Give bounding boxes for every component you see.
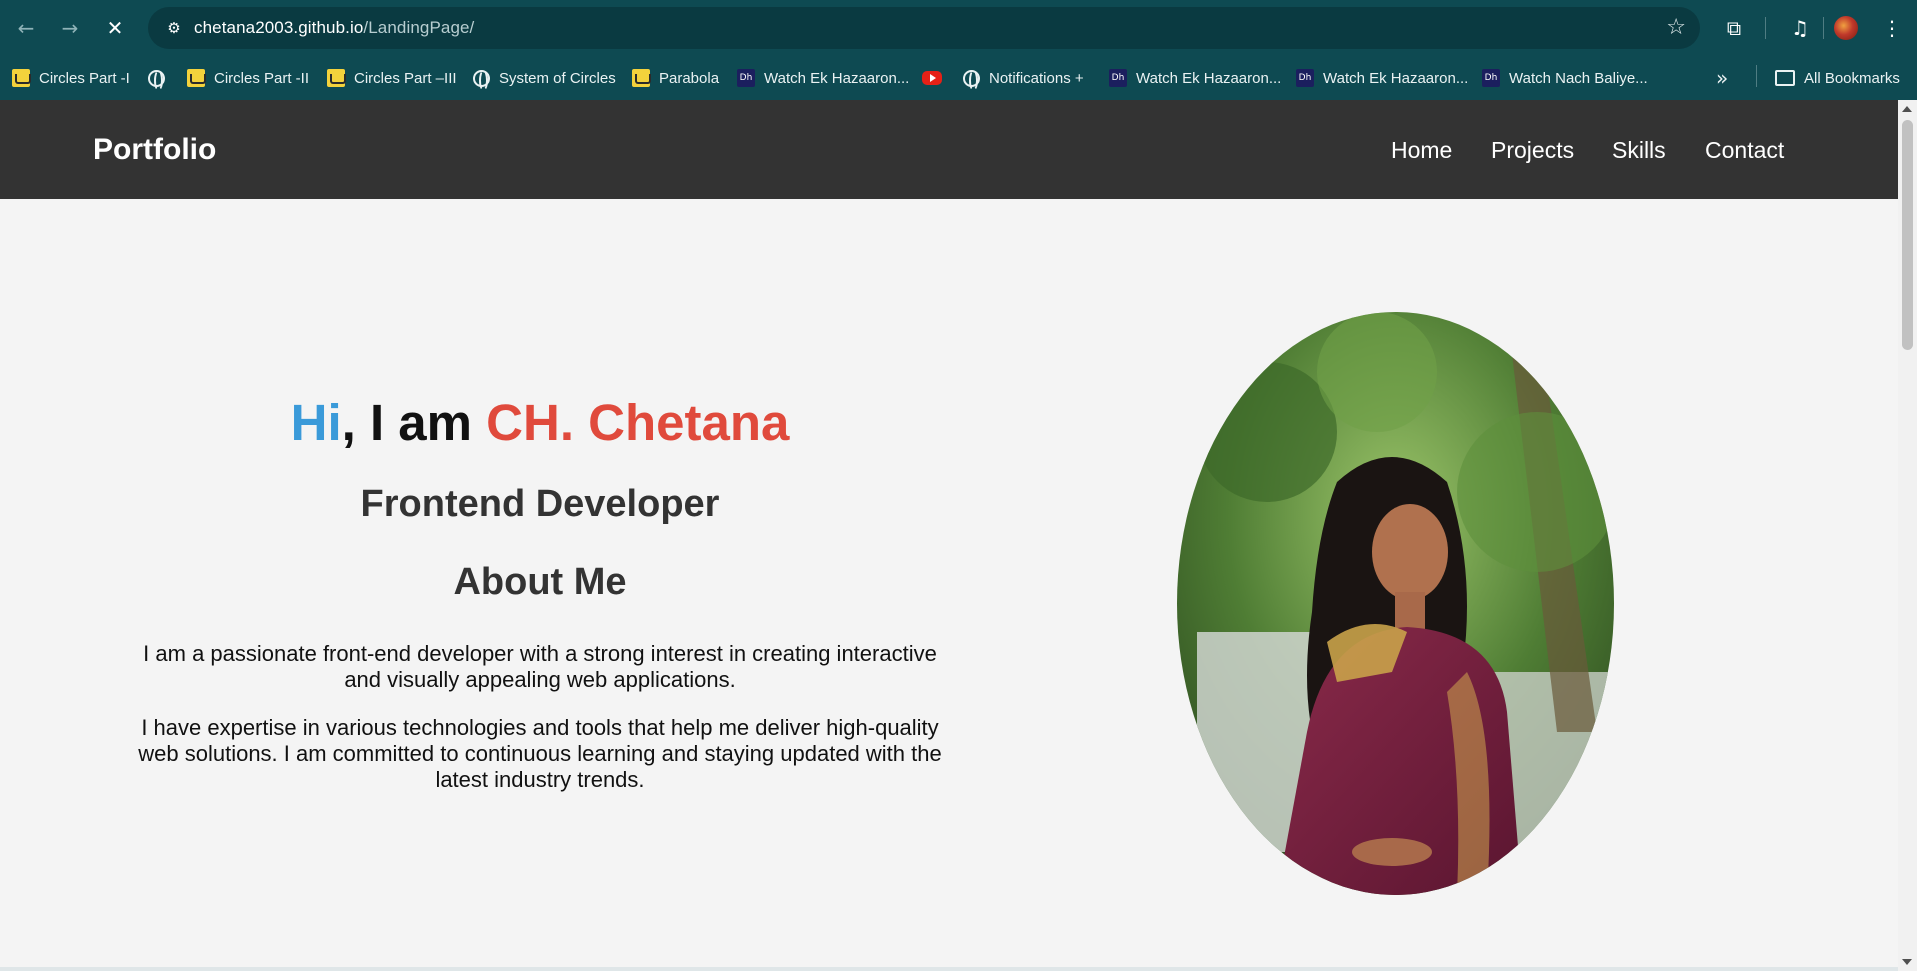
nav-link-projects[interactable]: Projects	[1491, 137, 1574, 164]
bookmark-label: Notifications +	[989, 69, 1084, 87]
bookmark-label: Watch Ek Hazaaron...	[1323, 69, 1469, 87]
all-bookmarks-button[interactable]: All Bookmarks	[1775, 64, 1900, 92]
bookmark-label: Watch Nach Baliye...	[1509, 69, 1648, 87]
bookmark-separator	[1756, 65, 1757, 87]
menu-kebab-icon[interactable]: ⋮	[1878, 14, 1906, 42]
about-paragraph-1: I am a passionate front-end developer wi…	[143, 641, 937, 692]
yellow-site-icon	[187, 69, 206, 87]
toolbar-separator	[1823, 17, 1824, 39]
profile-photo	[1177, 312, 1614, 895]
bookmark-label: Circles Part –III	[354, 69, 457, 87]
bookmark-label: Parabola	[659, 69, 720, 87]
hero-greeting: Hi, I am CH. Chetana	[110, 393, 970, 452]
profile-avatar[interactable]	[1832, 14, 1860, 42]
page-scrollbar[interactable]	[1898, 100, 1917, 971]
globe-icon	[963, 69, 980, 91]
nav-link-contact[interactable]: Contact	[1705, 137, 1784, 164]
profile-photo-image	[1177, 312, 1614, 895]
yellow-site-icon	[12, 69, 31, 87]
browser-toolbar: ← → ✕ ⚙ chetana2003.github.io/LandingPag…	[0, 0, 1917, 56]
hero-role: Frontend Developer	[360, 483, 720, 525]
greeting-name: CH. Chetana	[486, 394, 790, 451]
more-bookmarks-label: »	[1716, 66, 1729, 90]
bookmark-item[interactable]: Parabola	[632, 64, 719, 92]
bookmark-item[interactable]: Dh Watch Ek Hazaaron...	[1109, 64, 1281, 92]
yellow-site-icon	[632, 69, 651, 87]
more-bookmarks-icon[interactable]: »	[1716, 64, 1728, 92]
yellow-site-icon	[327, 69, 346, 87]
bookmark-label: Circles Part -I	[39, 69, 130, 87]
forward-icon[interactable]: →	[56, 14, 84, 42]
bookmark-item[interactable]: Dh Watch Nach Baliye...	[1482, 64, 1648, 92]
bookmark-label: System of Circles	[499, 69, 616, 87]
greeting-hi: Hi	[290, 394, 342, 451]
url-host: chetana2003.github.io	[194, 18, 364, 37]
folder-icon	[1775, 70, 1795, 86]
dh-icon: Dh	[737, 69, 755, 87]
bookmark-item[interactable]: Circles Part -II	[187, 64, 309, 92]
about-title: About Me	[453, 561, 627, 603]
site-logo[interactable]: Portfolio	[93, 133, 216, 167]
scrollbar-thumb[interactable]	[1902, 120, 1913, 350]
dh-icon: Dh	[1109, 69, 1127, 87]
site-header: Portfolio Home Projects Skills Contact	[0, 100, 1898, 199]
page-viewport: Portfolio Home Projects Skills Contact H…	[0, 100, 1898, 967]
bookmark-item[interactable]: Dh Watch Ek Hazaaron...	[737, 64, 909, 92]
bookmark-item[interactable]: Circles Part –III	[327, 64, 457, 92]
site-info-icon[interactable]: ⚙	[162, 16, 186, 40]
nav-link-skills[interactable]: Skills	[1612, 137, 1666, 164]
url-path: /LandingPage/	[363, 18, 475, 37]
scroll-up-icon[interactable]	[1902, 106, 1912, 112]
bookmark-item[interactable]: System of Circles	[473, 64, 616, 92]
bookmark-label: Circles Part -II	[214, 69, 310, 87]
globe-icon	[148, 69, 165, 91]
youtube-icon	[922, 71, 942, 85]
greeting-mid: , I am	[341, 394, 487, 451]
address-bar[interactable]: ⚙ chetana2003.github.io/LandingPage/ ☆	[148, 7, 1700, 49]
globe-icon	[473, 69, 490, 91]
bookmark-label: Watch Ek Hazaaron...	[764, 69, 910, 87]
bookmarks-bar: Circles Part -I Circles Part -II Circles…	[0, 56, 1917, 100]
dh-icon: Dh	[1482, 69, 1500, 87]
bookmark-item[interactable]	[922, 64, 951, 92]
stop-loading-icon[interactable]: ✕	[101, 14, 129, 42]
media-controls-icon[interactable]: ♫	[1786, 14, 1814, 42]
about-paragraph-2: I have expertise in various technologies…	[138, 715, 942, 792]
dh-icon: Dh	[1296, 69, 1314, 87]
back-icon[interactable]: ←	[12, 14, 40, 42]
all-bookmarks-label: All Bookmarks	[1804, 69, 1900, 87]
browser-chrome: ← → ✕ ⚙ chetana2003.github.io/LandingPag…	[0, 0, 1917, 100]
bookmark-item[interactable]: Circles Part -I	[12, 64, 130, 92]
url-text[interactable]: chetana2003.github.io/LandingPage/	[194, 18, 474, 38]
bookmark-item[interactable]: Dh Watch Ek Hazaaron...	[1296, 64, 1468, 92]
bookmark-item[interactable]: Notifications +	[963, 64, 1084, 92]
window-bottom-edge	[0, 967, 1898, 971]
nav-link-home[interactable]: Home	[1391, 137, 1452, 164]
toolbar-separator	[1765, 17, 1766, 39]
bookmark-star-icon[interactable]: ☆	[1666, 15, 1686, 40]
scroll-down-icon[interactable]	[1902, 959, 1912, 965]
extensions-icon[interactable]: ⧉	[1720, 14, 1748, 42]
bookmark-item[interactable]	[148, 64, 174, 92]
bookmark-label: Watch Ek Hazaaron...	[1136, 69, 1282, 87]
